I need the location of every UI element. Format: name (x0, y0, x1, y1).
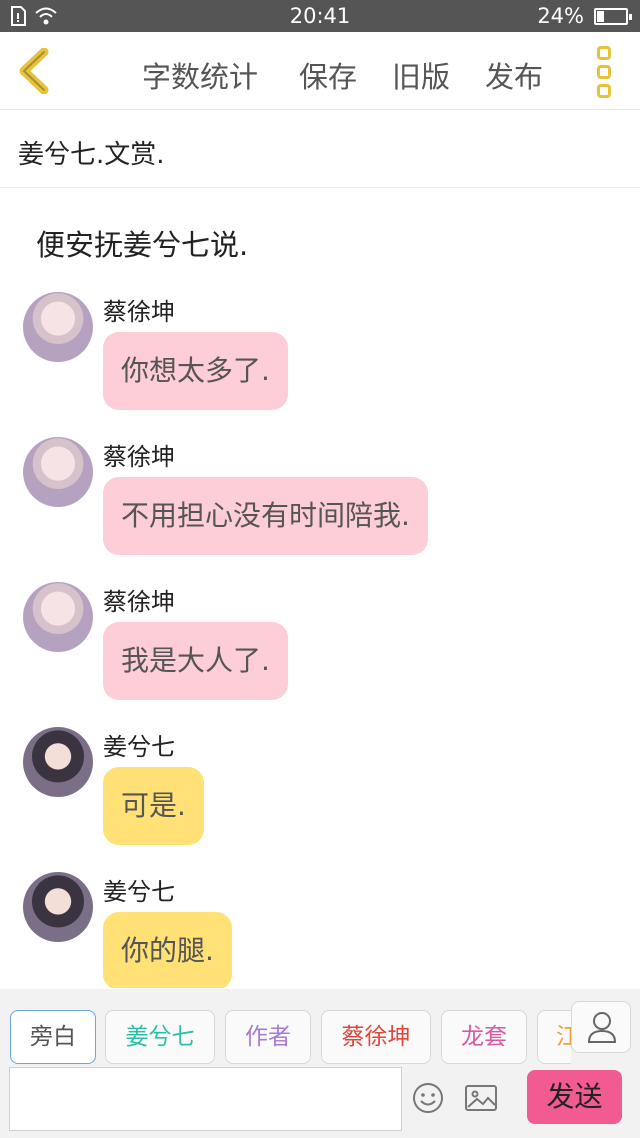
message-bubble[interactable]: 可是. (103, 767, 204, 845)
role-selector-bar: 旁白 姜兮七 作者 蔡徐坤 龙套 江 (0, 989, 640, 1065)
sender-name: 姜兮七 (103, 878, 175, 906)
image-icon (465, 1085, 497, 1111)
role-chip-extra[interactable]: 龙套 (441, 1010, 527, 1064)
editor-header: 字数统计 保存 旧版 发布 (0, 32, 640, 110)
role-chip-cai[interactable]: 蔡徐坤 (321, 1010, 431, 1064)
avatar[interactable] (23, 292, 93, 362)
chat-message: 蔡徐坤 你想太多了. (0, 292, 640, 432)
chat-message: 姜兮七 你的腿. (0, 872, 640, 988)
battery-icon (594, 8, 632, 25)
back-chevron-icon (19, 47, 49, 95)
avatar[interactable] (23, 727, 93, 797)
chat-message: 蔡徐坤 不用担心没有时间陪我. (0, 437, 640, 577)
chat-message: 蔡徐坤 我是大人了. (0, 582, 640, 722)
avatar[interactable] (23, 582, 93, 652)
message-bubble[interactable]: 我是大人了. (103, 622, 288, 700)
sender-name: 蔡徐坤 (103, 298, 175, 326)
chat-content[interactable]: 便安抚姜兮七说. 蔡徐坤 你想太多了. 蔡徐坤 不用担心没有时间陪我. 蔡徐坤 … (0, 188, 640, 988)
more-button[interactable] (592, 44, 618, 100)
image-button[interactable] (464, 1083, 498, 1117)
emoji-icon (413, 1083, 443, 1113)
avatar[interactable] (23, 437, 93, 507)
role-chip-author[interactable]: 作者 (225, 1010, 311, 1064)
back-button[interactable] (14, 47, 54, 95)
message-bubble[interactable]: 你想太多了. (103, 332, 288, 410)
message-bubble[interactable]: 你的腿. (103, 912, 232, 988)
chapter-title[interactable]: 姜兮七.文赏. (0, 110, 640, 188)
message-bubble[interactable]: 不用担心没有时间陪我. (103, 477, 428, 555)
role-manage-button[interactable] (571, 1001, 631, 1053)
role-chip-jiang[interactable]: 姜兮七 (105, 1010, 215, 1064)
narration-line[interactable]: 便安抚姜兮七说. (36, 222, 248, 264)
publish-button[interactable]: 发布 (485, 54, 543, 96)
message-input[interactable] (9, 1067, 402, 1131)
person-icon (587, 1012, 617, 1043)
avatar[interactable] (23, 872, 93, 942)
status-bar: 20:41 24% (0, 0, 640, 32)
word-count-button[interactable]: 字数统计 (142, 54, 258, 96)
battery-percent: 24% (537, 4, 584, 28)
chat-message: 姜兮七 可是. (0, 727, 640, 867)
sender-name: 蔡徐坤 (103, 443, 175, 471)
role-chip-narrator[interactable]: 旁白 (10, 1010, 96, 1064)
send-button[interactable]: 发送 (527, 1070, 622, 1124)
input-bar: 发送 (0, 1065, 640, 1138)
sender-name: 蔡徐坤 (103, 588, 175, 616)
old-version-button[interactable]: 旧版 (392, 54, 450, 96)
emoji-button[interactable] (411, 1081, 445, 1119)
save-button[interactable]: 保存 (299, 54, 357, 96)
sender-name: 姜兮七 (103, 733, 175, 761)
